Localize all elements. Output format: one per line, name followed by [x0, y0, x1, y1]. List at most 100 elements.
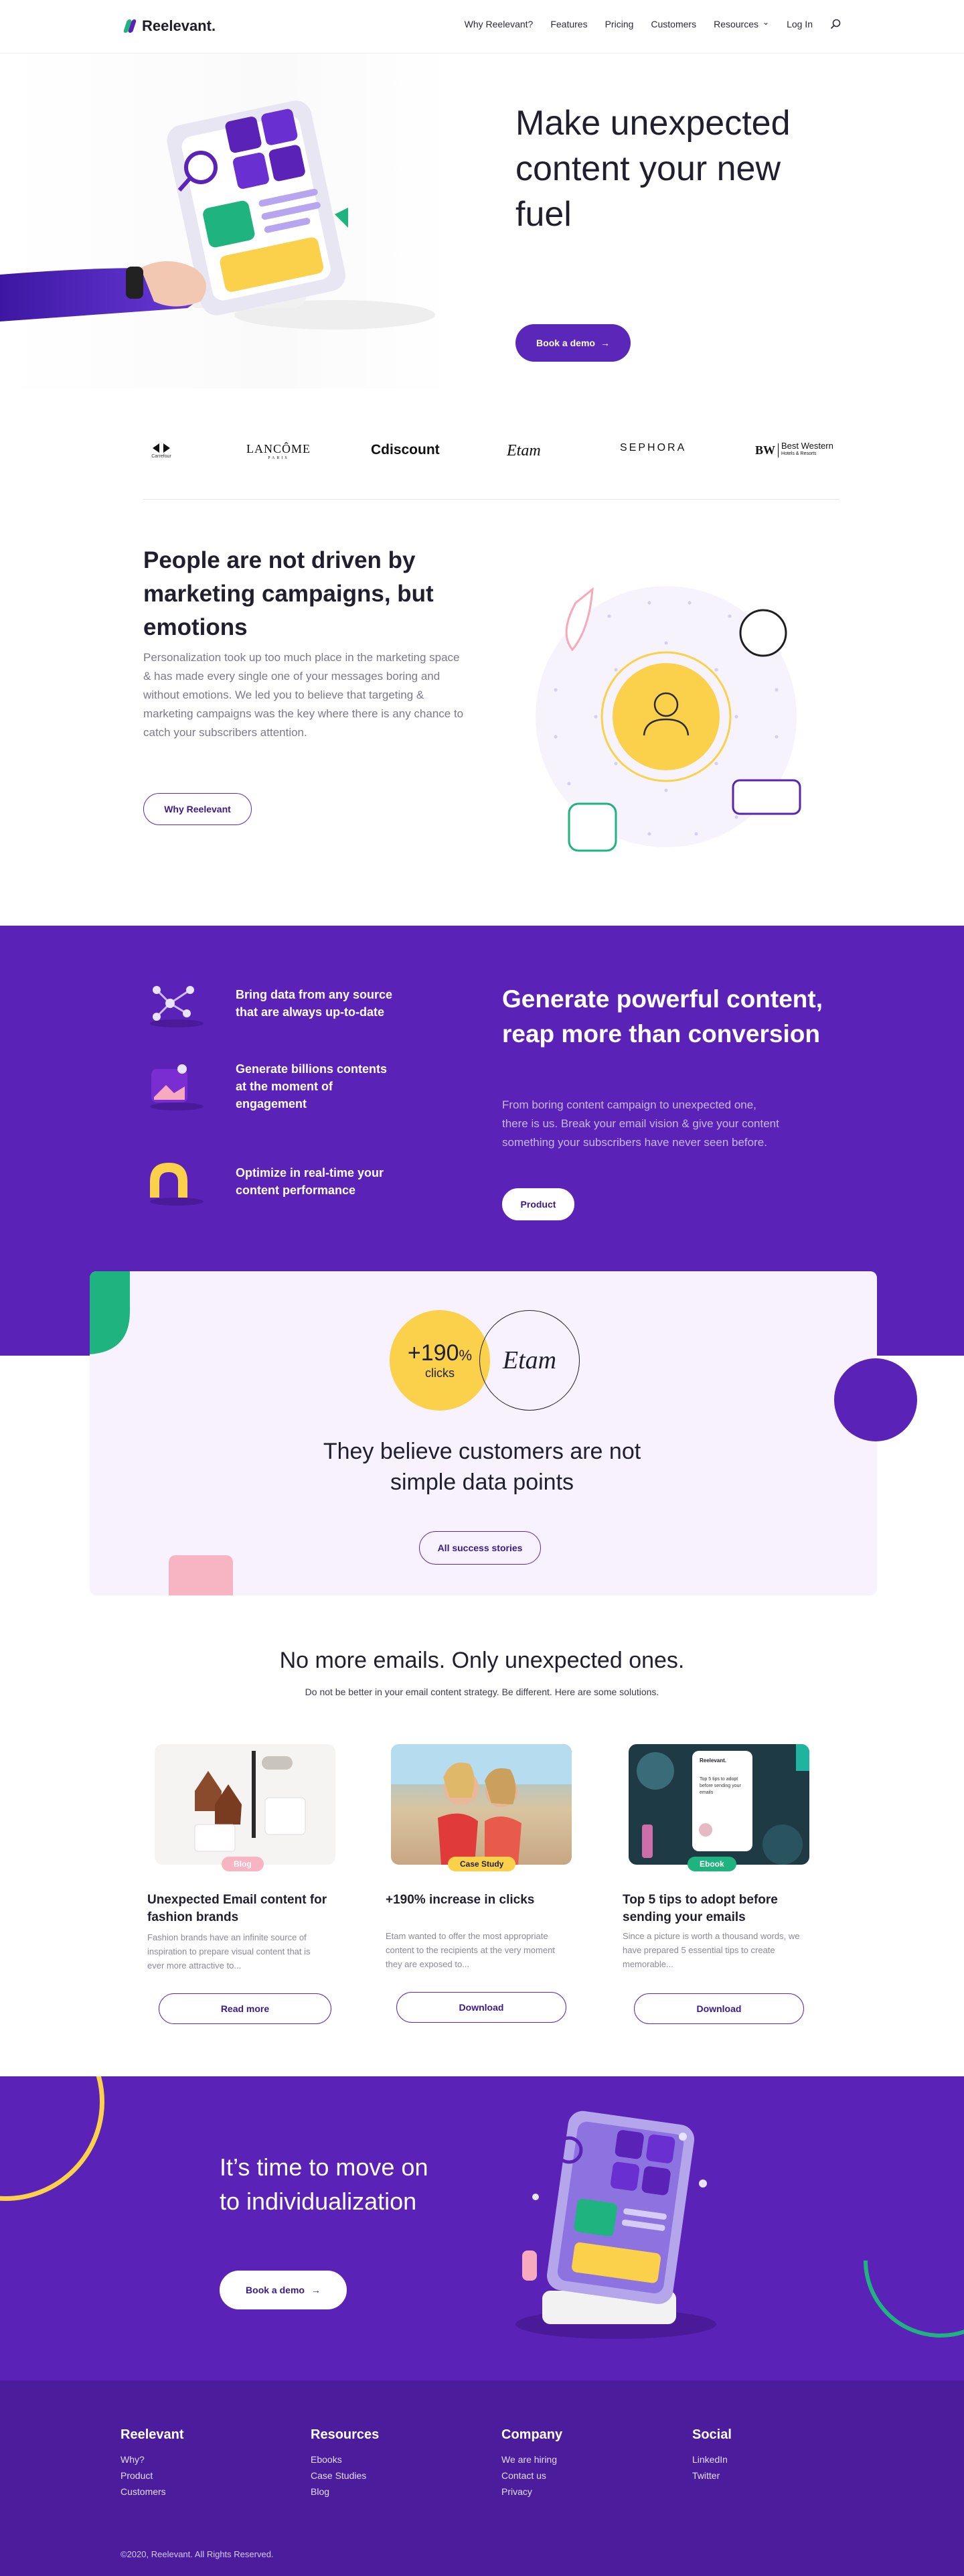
- chevron-down-icon: ⌄: [762, 17, 770, 27]
- brand-bw-mark: BW: [755, 443, 779, 457]
- product-button[interactable]: Product: [502, 1188, 574, 1220]
- carrefour-logo-icon: [153, 443, 170, 453]
- features-body: From boring content campaign to unexpect…: [502, 1098, 779, 1149]
- brand-bw-text: Best Western Hotels & Resorts: [781, 441, 833, 458]
- product-label: Product: [520, 1199, 556, 1210]
- card-image-ebook[interactable]: Reelevant. Top 5 tips to adopt before se…: [629, 1744, 809, 1865]
- nav-pricing[interactable]: Pricing: [605, 19, 634, 29]
- nav-why-reelevant[interactable]: Why Reelevant?: [465, 19, 534, 29]
- nav-resources[interactable]: Resources ⌄: [714, 17, 770, 29]
- why-reelevant-label: Why Reelevant: [164, 804, 231, 814]
- ebook-brand: Reelevant.: [700, 1758, 727, 1764]
- feature-text: Generate billions contents at the moment…: [236, 1062, 388, 1111]
- brand-etam: Etam: [507, 442, 541, 460]
- arrow-right-icon: →: [311, 2285, 321, 2295]
- brand-lancome-sub: PARIS: [268, 456, 289, 460]
- download-button[interactable]: Download: [396, 1992, 566, 2023]
- footer-heading: Social: [692, 2427, 732, 2442]
- etam-logo-text: Etam: [502, 1346, 557, 1374]
- footer-link-linkedin[interactable]: LinkedIn: [692, 2451, 728, 2467]
- card-desc: Etam wanted to offer the most appropriat…: [386, 1931, 555, 1969]
- cta-book-demo-button[interactable]: Book a demo →: [220, 2271, 347, 2309]
- brand-etam-text: Etam: [507, 442, 541, 459]
- blog-tag: Blog: [222, 1857, 264, 1871]
- feature-text: Bring data from any source that are alwa…: [236, 988, 393, 1019]
- brand-cdiscount: Cdiscount: [371, 442, 440, 458]
- stat-unit: %: [459, 1347, 473, 1364]
- emotions-body: Personalization took up too much place i…: [143, 651, 464, 739]
- footer-link-case-studies[interactable]: Case Studies: [311, 2467, 366, 2484]
- card-image-fashion[interactable]: [155, 1744, 335, 1865]
- brand-lancome: LANCÔME PARIS: [246, 442, 311, 460]
- nav-login[interactable]: Log In: [787, 19, 813, 29]
- green-half-ring-shape: [864, 2261, 964, 2338]
- resources-title: No more emails. Only unexpected ones.: [279, 1648, 685, 1673]
- yellow-ring-shape: [0, 2076, 104, 2201]
- why-reelevant-button[interactable]: Why Reelevant: [143, 793, 252, 825]
- ebook-cover-title: Top 5 tips to adopt before sending your …: [700, 1777, 741, 1795]
- stat-label: clicks: [425, 1366, 455, 1380]
- brand-lancome-text: LANCÔME: [246, 442, 311, 455]
- download-button[interactable]: Download: [634, 1993, 804, 2024]
- brand-cdiscount-text: Cdiscount: [371, 442, 440, 457]
- logo-icon: [123, 19, 137, 33]
- copyright: ©2020, Reelevant. All Rights Reserved.: [120, 2549, 274, 2559]
- download-label: Download: [696, 2003, 742, 2014]
- pink-block-shape: [169, 1555, 233, 1595]
- all-success-stories-button[interactable]: All success stories: [419, 1531, 541, 1565]
- footer-heading: Reelevant: [120, 2427, 184, 2442]
- brand-bw-sub: Hotels & Resorts: [781, 451, 817, 456]
- footer-link-product[interactable]: Product: [120, 2467, 153, 2484]
- image-card-icon: [150, 1064, 204, 1111]
- brand-sephora: SEPHORA: [620, 442, 686, 454]
- card-image-case-study[interactable]: [391, 1744, 572, 1865]
- device-illustration: [482, 2110, 736, 2351]
- footer-link-twitter[interactable]: Twitter: [692, 2467, 720, 2484]
- green-quarter-shape: [90, 1271, 130, 1354]
- card-title: Top 5 tips to adopt before sending your …: [623, 1893, 778, 1924]
- card-title: +190% increase in clicks: [386, 1893, 535, 1907]
- feature-item: Optimize in real-time your content perfo…: [143, 1155, 396, 1208]
- brand-sephora-text: SEPHORA: [620, 442, 687, 453]
- footer-link-contact[interactable]: Contact us: [501, 2467, 546, 2484]
- case-study-tag: Case Study: [448, 1857, 516, 1871]
- hero-book-demo-button[interactable]: Book a demo →: [515, 324, 631, 362]
- footer-link-privacy[interactable]: Privacy: [501, 2484, 532, 2500]
- brand-best-western: BW Best Western Hotels & Resorts: [755, 441, 833, 458]
- footer-link-why[interactable]: Why?: [120, 2451, 145, 2467]
- brand-carrefour: Carrefour: [151, 442, 171, 459]
- footer-link-hiring[interactable]: We are hiring: [501, 2451, 557, 2467]
- ebook-tag: Ebook: [688, 1857, 736, 1871]
- read-more-label: Read more: [220, 2003, 270, 2014]
- nav-customers[interactable]: Customers: [651, 19, 696, 29]
- site-header: Reelevant. Why Reelevant? Features Prici…: [0, 0, 964, 54]
- feature-text: Optimize in real-time your content perfo…: [236, 1166, 384, 1197]
- arrow-right-icon: →: [600, 338, 610, 348]
- nav-resources-label: Resources: [714, 19, 758, 29]
- footer-link-customers[interactable]: Customers: [120, 2484, 166, 2500]
- success-title: They believe customers are not simple da…: [323, 1439, 641, 1495]
- footer-link-ebooks[interactable]: Ebooks: [311, 2451, 342, 2467]
- cta-book-demo-label: Book a demo: [246, 2285, 305, 2295]
- network-icon: [150, 986, 204, 1027]
- feature-item: Bring data from any source that are alwa…: [143, 977, 396, 1030]
- footer-link-blog[interactable]: Blog: [311, 2484, 329, 2500]
- stat-value: +190: [407, 1340, 459, 1366]
- all-success-stories-label: All success stories: [437, 1543, 523, 1553]
- search-icon[interactable]: [830, 19, 841, 29]
- main-nav: Why Reelevant? Features Pricing Customer…: [465, 17, 841, 29]
- cta-section: It’s time to move on to individualizatio…: [0, 2076, 964, 2380]
- hero-illustration: [0, 54, 455, 388]
- footer-heading: Resources: [311, 2427, 380, 2442]
- stat-badge: +190% clicks: [390, 1310, 490, 1411]
- logo[interactable]: Reelevant.: [123, 17, 216, 35]
- emotions-title: People are not driven by marketing campa…: [143, 547, 434, 640]
- card-desc: Since a picture is worth a thousand word…: [623, 1931, 800, 1969]
- cta-title: It’s time to move on to individualizatio…: [220, 2153, 428, 2215]
- logo-text: Reelevant.: [142, 17, 216, 34]
- brand-carrefour-sub: Carrefour: [151, 454, 171, 459]
- site-footer: Reelevant Why? Product Customers Resourc…: [0, 2380, 964, 2576]
- feature-item: Generate billions contents at the moment…: [143, 1060, 396, 1113]
- read-more-button[interactable]: Read more: [159, 1993, 331, 2024]
- nav-features[interactable]: Features: [550, 19, 587, 29]
